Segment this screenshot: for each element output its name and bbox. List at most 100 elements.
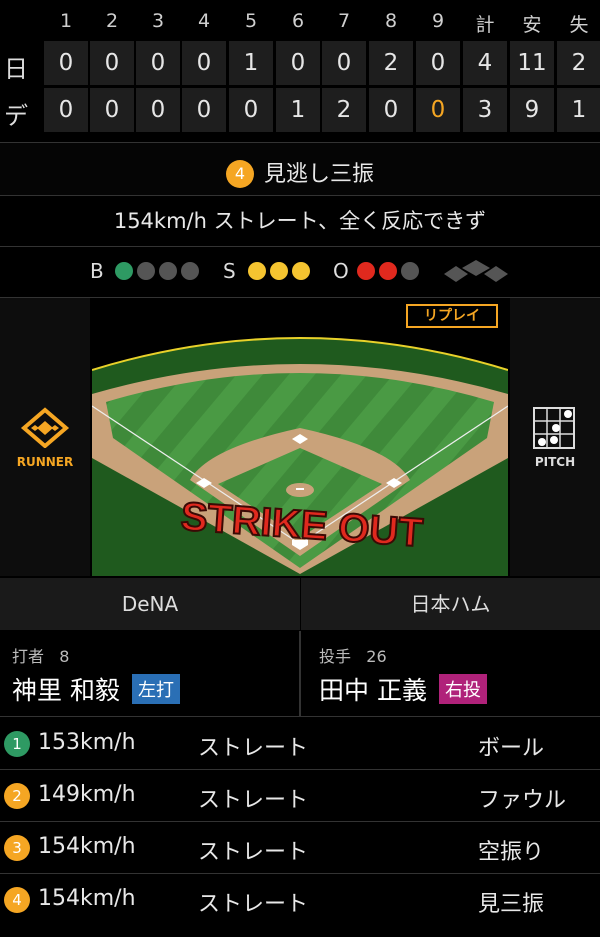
score-cell: 0 [229, 88, 273, 132]
inning-header: 8 [384, 10, 398, 32]
pitch-type: ストレート [198, 840, 309, 865]
strike-dot [292, 262, 310, 280]
pitcher-name: 田中 正義 [319, 676, 427, 705]
batter-role: 打者 8 [12, 643, 69, 667]
inning-header: 3 [151, 10, 165, 32]
replay-button[interactable]: リプレイ [406, 304, 498, 328]
pitch-row[interactable]: 2 149km/h ストレート ファウル [0, 770, 600, 822]
team-header-dena: DeNA [0, 578, 300, 630]
score-cell: 11 [510, 41, 554, 85]
out-label: O [333, 259, 349, 283]
field-area: RUNNER STRIKE OUT リプレイ PITCH [0, 298, 600, 576]
batter-box: 打者 8 神里 和毅 左打 [0, 631, 299, 716]
score-cell: 1 [229, 41, 273, 85]
divider [0, 716, 600, 717]
batter-role-label: 打者 [12, 647, 45, 666]
score-cell: 0 [136, 41, 180, 85]
score-cell: 0 [44, 88, 88, 132]
inning-header: 7 [337, 10, 351, 32]
pitcher-number: 26 [366, 647, 387, 666]
inning-header: 計 [475, 14, 495, 36]
score-cell: 0 [136, 88, 180, 132]
pitch-result: 空振り [478, 840, 545, 865]
inning-header: 2 [105, 10, 119, 32]
batter-number: 8 [59, 647, 70, 666]
runner-label: RUNNER [16, 455, 74, 469]
ball-label: B [90, 259, 104, 283]
ball-dot [137, 262, 155, 280]
baseball-field: STRIKE OUT [92, 298, 508, 576]
scoreboard-header: 1 2 3 4 5 6 7 8 9 計 安 失 [0, 8, 600, 38]
strike-label: S [223, 259, 236, 283]
pitch-number-badge: 1 [4, 731, 30, 757]
score-cell: 2 [369, 41, 413, 85]
strike-dot [248, 262, 266, 280]
score-cell: 0 [44, 41, 88, 85]
ball-dot [115, 262, 133, 280]
inning-header: 9 [431, 10, 445, 32]
pitch-result: ファウル [478, 788, 567, 813]
inning-header: 5 [244, 10, 258, 32]
team-abbr: 日 [4, 55, 28, 83]
pitch-number-badge: 4 [225, 160, 254, 188]
pitch-label: PITCH [534, 455, 576, 469]
score-cell: 4 [463, 41, 507, 85]
pitch-row[interactable]: 4 154km/h ストレート 見三振 [0, 874, 600, 926]
team-header-nipponham: 日本ハム [300, 578, 600, 630]
inning-header: 1 [59, 10, 73, 32]
pitch-result: 見三振 [478, 892, 545, 917]
score-cell: 0 [182, 88, 226, 132]
scoreboard-row-nipponham: 日 0 0 0 0 1 0 0 2 0 4 11 2 [0, 41, 600, 85]
pitch-type: ストレート [198, 788, 309, 813]
pitcher-role: 投手 26 [319, 643, 387, 667]
pitch-description: 154km/h ストレート、全く反応できず [113, 209, 487, 233]
pitch-grid-icon [533, 407, 575, 449]
pitcher-name-line: 田中 正義 右投 [319, 671, 487, 707]
inning-header: 6 [291, 10, 305, 32]
at-bat-result: 4 見逃し三振 [0, 143, 600, 195]
result-label: 見逃し三振 [263, 162, 374, 187]
batter-name-line: 神里 和毅 左打 [12, 671, 180, 707]
team-abbr: デ [4, 102, 28, 130]
runner-diamond-icon [20, 407, 70, 448]
pitcher-box: 投手 26 田中 正義 右投 [301, 631, 600, 716]
ball-dot [181, 262, 199, 280]
inning-header: 安 [522, 14, 542, 36]
score-cell: 0 [276, 41, 320, 85]
pitch-speed: 153km/h [38, 730, 136, 755]
score-cell: 0 [90, 41, 134, 85]
pitch-row[interactable]: 1 153km/h ストレート ボール [0, 718, 600, 770]
runner-button[interactable]: RUNNER [0, 298, 90, 576]
pitch-speed: 154km/h [38, 886, 136, 911]
pitch-result: ボール [478, 736, 545, 761]
score-cell: 0 [369, 88, 413, 132]
pitch-speed: 154km/h [38, 834, 136, 859]
pitcher-hand-badge: 右投 [438, 674, 487, 704]
ball-dot [159, 262, 177, 280]
score-cell: 1 [276, 88, 320, 132]
pitch-row[interactable]: 3 154km/h ストレート 空振り [0, 822, 600, 874]
out-dot [401, 262, 419, 280]
score-cell: 0 [182, 41, 226, 85]
out-dot [357, 262, 375, 280]
scoreboard-row-dena: デ 000001200391 [0, 88, 600, 132]
score-cell: 0 [90, 88, 134, 132]
inning-header: 4 [197, 10, 211, 32]
out-dot [379, 262, 397, 280]
score-cell: 2 [322, 88, 366, 132]
score-cell: 0 [416, 41, 460, 85]
pitcher-role-label: 投手 [319, 647, 352, 666]
score-cell: 0 [322, 41, 366, 85]
pitch-type: ストレート [198, 892, 309, 917]
strike-dot [270, 262, 288, 280]
pitch-number-badge: 3 [4, 835, 30, 861]
pitch-type: ストレート [198, 736, 309, 761]
batter-name: 神里 和毅 [12, 676, 120, 705]
pitch-button[interactable]: PITCH [510, 298, 600, 576]
pitch-speed: 149km/h [38, 782, 136, 807]
inning-header: 失 [569, 14, 589, 36]
score-cell: 3 [463, 88, 507, 132]
pitch-number-badge: 4 [4, 887, 30, 913]
score-cell: 9 [510, 88, 554, 132]
result-line: 4 見逃し三振 [0, 156, 600, 188]
